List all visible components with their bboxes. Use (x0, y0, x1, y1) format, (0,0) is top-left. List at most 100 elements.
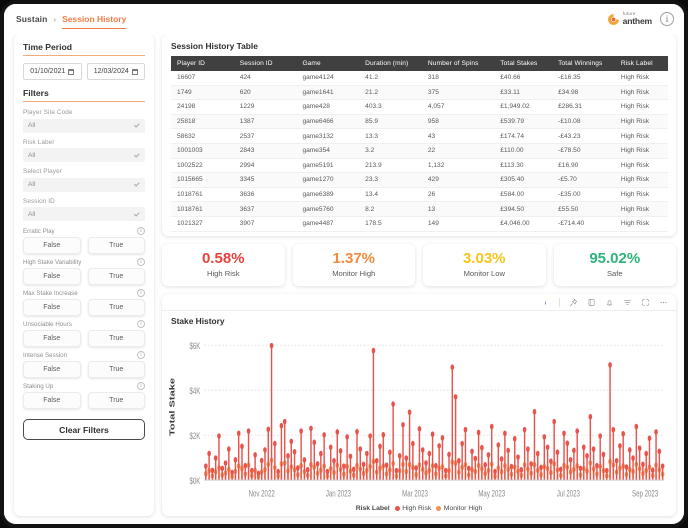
toggle-staking-up-false[interactable]: False (23, 392, 81, 410)
table-cell: High Risk (614, 216, 668, 232)
kpi-cards: 0.58% High Risk 1.37% Monitor High 3.03%… (162, 243, 676, 287)
info-icon[interactable]: i (137, 258, 145, 267)
more-icon[interactable] (659, 298, 668, 307)
column-header[interactable]: Player ID (171, 56, 234, 71)
filter-select-select-player[interactable]: All (23, 177, 145, 192)
column-header[interactable]: Risk Label (614, 56, 668, 71)
info-icon[interactable]: i (137, 351, 145, 360)
svg-text:Jan 2023: Jan 2023 (326, 488, 352, 499)
svg-text:Sep 2023: Sep 2023 (632, 488, 659, 499)
table-row[interactable]: 58632 2537 game3132 13.3 43 £174.74 -£43.23 Hig… (171, 128, 668, 144)
info-icon[interactable]: i (137, 227, 145, 236)
date-from-input[interactable]: 01/10/2021 (23, 63, 82, 81)
column-header[interactable]: Total Winnings (552, 56, 615, 71)
legend-item-high-risk[interactable]: High Risk (394, 505, 431, 512)
date-to-input[interactable]: 12/03/2024 (86, 63, 145, 81)
toggle-max-stake-increase-false[interactable]: False (23, 299, 81, 317)
clear-filters-button[interactable]: Clear Filters (23, 419, 145, 441)
table-cell: game4487 (296, 216, 360, 232)
toggle-staking-up-true[interactable]: True (87, 392, 145, 410)
breadcrumb-root[interactable]: Sustain (16, 14, 47, 24)
legend-item-monitor-high[interactable]: Monitor High (436, 505, 482, 512)
info-icon[interactable] (541, 298, 550, 307)
table-cell: game6389 (296, 187, 360, 203)
filters-title: Filters (23, 88, 49, 99)
field-label: Risk Label (23, 138, 54, 146)
breadcrumb-separator: › (53, 14, 57, 24)
toggle-intense-session-false[interactable]: False (23, 361, 81, 379)
toggle-intense-session-true[interactable]: True (87, 361, 145, 379)
kpi-label: Monitor Low (463, 269, 505, 279)
column-header[interactable]: Number of Spins (421, 56, 495, 71)
table-cell: 3637 (233, 201, 297, 217)
table-cell: 25818 (171, 114, 234, 130)
column-header[interactable]: Duration (min) (359, 56, 422, 71)
table-row[interactable]: 25818 1387 game6466 85.9 958 £539.79 -£10.08 Hi… (171, 114, 668, 130)
chevron-down-icon (133, 151, 140, 158)
breadcrumb-session-history[interactable]: Session History (62, 14, 127, 29)
kpi-value: 1.37% (332, 249, 376, 267)
kpi-card-high-risk[interactable]: 0.58% High Risk (162, 243, 285, 287)
table-row[interactable]: 1021327 3907 game4487 178.5 149 £4,046.00 -£71… (171, 216, 668, 232)
table-cell: 1021327 (171, 216, 234, 232)
toggle-erratic-play-true[interactable]: True (87, 237, 145, 255)
help-info-icon[interactable]: i (660, 12, 674, 26)
toggle-erratic-play-false[interactable]: False (23, 237, 81, 255)
kpi-card-monitor-low[interactable]: 3.03% Monitor Low (423, 243, 546, 287)
filter-select-risk-label[interactable]: All (23, 148, 145, 163)
table-row[interactable]: 1015665 3345 game1270 23.3 429 £305.40 -£5.70 H… (171, 172, 668, 188)
book-icon[interactable] (587, 298, 596, 307)
column-header[interactable]: Total Stakes (494, 56, 553, 71)
toggle-high-stake-variability-false[interactable]: False (23, 268, 81, 286)
toggle-label: Erratic Play (23, 227, 55, 235)
table-cell: 149 (421, 216, 495, 232)
table-cell: 23.3 (359, 172, 422, 188)
info-icon[interactable]: i (137, 320, 145, 329)
table-row[interactable]: 1749 620 game1641 21.2 375 £33.11 £34.98 High R… (171, 85, 668, 101)
toggle-group-max-stake-increase: Max Stake Increase i False True (23, 289, 145, 317)
future-anthem-logo: future anthem (607, 12, 652, 25)
stake-history-card: Stake History $0K $2K $4K $6K Total Stake Nov… (162, 294, 676, 516)
toggle-high-stake-variability-true[interactable]: True (87, 268, 145, 286)
filter-icon[interactable] (623, 298, 632, 307)
toggle-label: High Stake Variability (23, 258, 82, 266)
table-row[interactable]: 1002522 2994 game5191 213.9 1,132 £113.30 £16.… (171, 158, 668, 174)
table-cell: 429 (421, 172, 495, 188)
toggle-unsociable-hours-false[interactable]: False (23, 330, 81, 348)
table-cell: High Risk (614, 99, 668, 115)
toggle-unsociable-hours-true[interactable]: True (87, 330, 145, 348)
expand-icon[interactable] (641, 298, 650, 307)
table-row[interactable]: 24198 1229 game428 403.3 4,057 £1,949.02 £286.… (171, 99, 668, 115)
kpi-card-safe[interactable]: 95.02% Safe (553, 243, 676, 287)
column-header[interactable]: Session ID (233, 56, 297, 71)
table-row[interactable]: 1001003 2843 game354 3.2 22 £110.00 -£78.50 Hig… (171, 143, 668, 159)
table-head: Player ID Session ID Game Duration (min) Num… (171, 56, 668, 71)
bell-icon[interactable] (605, 298, 614, 307)
filter-field-player-site-code: Player Site Code All (23, 109, 145, 133)
svg-text:Mar 2023: Mar 2023 (402, 488, 428, 499)
table-row[interactable]: 1018761 3636 game6389 13.4 26 £584.00 -£35.00 H… (171, 187, 668, 203)
toggle-max-stake-increase-true[interactable]: True (87, 299, 145, 317)
table-row[interactable]: 1018761 3637 game5760 8.2 13 £394.50 £55.50 Hig… (171, 201, 668, 217)
table-cell: game4124 (296, 71, 360, 86)
filter-select-player-site-code[interactable]: All (23, 118, 145, 133)
table-cell: 16607 (171, 71, 234, 86)
column-header[interactable]: Game (296, 56, 360, 71)
stake-history-chart[interactable]: $0K $2K $4K $6K Total Stake Nov 2022 Jan 2023 M… (166, 328, 670, 504)
svg-text:$6K: $6K (190, 341, 201, 352)
table-row[interactable]: 16607 424 game4124 41.2 318 £40.66 -£16.35 High… (171, 71, 668, 86)
info-icon[interactable]: i (137, 289, 145, 298)
toggle-buttons: False True (23, 237, 145, 255)
filter-select-session-id[interactable]: All (23, 207, 145, 222)
calendar-icon (68, 68, 75, 75)
kpi-label: High Risk (207, 269, 240, 279)
kpi-card-monitor-high[interactable]: 1.37% Monitor High (292, 243, 415, 287)
table-cell: £40.66 (494, 71, 553, 86)
chart-plot-area: $0K $2K $4K $6K Total Stake Nov 2022 Jan 2023 M… (162, 326, 676, 504)
toggle-group-high-stake-variability: High Stake Variability i False True (23, 258, 145, 286)
info-icon[interactable]: i (137, 382, 145, 391)
chevron-down-icon (133, 181, 140, 187)
pin-icon[interactable] (569, 298, 578, 307)
table-cell: 1,132 (421, 158, 495, 174)
table-cell: High Risk (614, 128, 668, 144)
